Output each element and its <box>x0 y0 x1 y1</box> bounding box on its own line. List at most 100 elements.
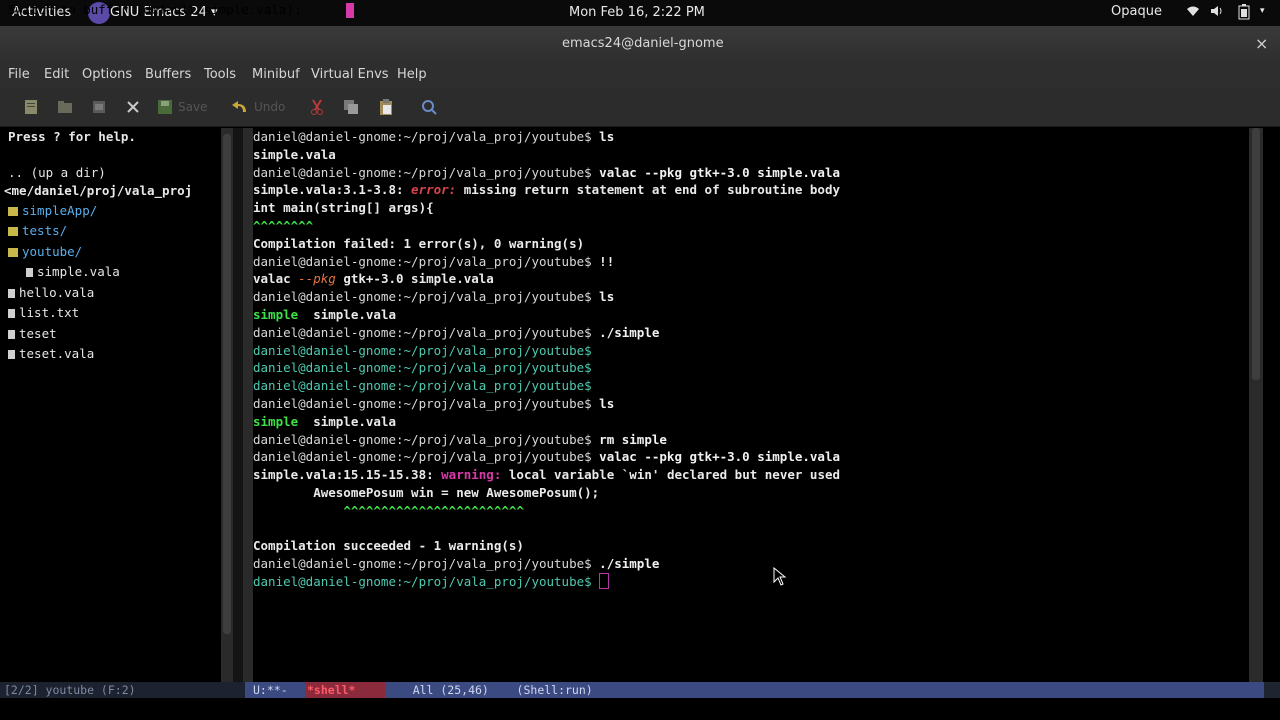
tree-item-dir[interactable]: simpleApp/ <box>8 202 97 220</box>
shell-prompt: daniel@daniel-gnome:~/proj/vala_proj/you… <box>253 378 592 394</box>
shell-text: valac <box>253 271 299 287</box>
system-menu-arrow-icon[interactable]: ▾ <box>1260 6 1265 16</box>
shell-line: daniel@daniel-gnome:~/proj/vala_proj/you… <box>253 128 614 146</box>
shell-flag: --pkg <box>298 271 336 287</box>
shell-prompt: daniel@daniel-gnome:~/proj/vala_proj/you… <box>253 164 592 180</box>
menu-tools[interactable]: Tools <box>204 67 236 82</box>
shell-prompt: daniel@daniel-gnome:~/proj/vala_proj/you… <box>253 253 592 269</box>
tree-current-path: <me/daniel/proj/vala_proj <box>4 183 193 198</box>
tree-scrollbar-thumb[interactable] <box>223 134 231 634</box>
menu-bar: File Edit Options Buffers Tools Minibuf … <box>0 62 1280 88</box>
shell-line: simple.vala:15.15-15.38: warning: local … <box>253 466 840 484</box>
tree-scrollbar[interactable] <box>221 128 233 682</box>
menu-file[interactable]: File <box>8 67 30 82</box>
shell-output: Compilation succeeded - 1 warning(s) <box>253 538 524 554</box>
shell-output: Compilation failed: 1 error(s), 0 warnin… <box>253 235 585 251</box>
new-file-icon[interactable] <box>20 96 42 118</box>
menu-virtual-envs[interactable]: Virtual Envs <box>311 67 389 82</box>
close-buffer-icon[interactable] <box>122 96 144 118</box>
error-label: error: <box>411 182 457 198</box>
tree-item-dir[interactable]: tests/ <box>8 222 67 240</box>
shell-line: int main(string[] args){ <box>253 199 434 217</box>
shell-line: AwesomePosum win = new AwesomePosum(); <box>253 484 599 502</box>
shell-command: ls <box>591 129 615 144</box>
copy-icon[interactable] <box>340 96 362 118</box>
shell-line: daniel@daniel-gnome:~/proj/vala_proj/you… <box>253 359 592 377</box>
shell-line: daniel@daniel-gnome:~/proj/vala_proj/you… <box>253 253 614 271</box>
shell-buffer[interactable]: daniel@daniel-gnome:~/proj/vala_proj/you… <box>253 128 1247 682</box>
cut-icon[interactable] <box>306 96 328 118</box>
tree-item-dir[interactable]: youtube/ <box>8 243 82 261</box>
undo-button[interactable]: Undo <box>230 96 290 118</box>
shell-text: simple.vala <box>298 413 396 429</box>
shell-indent <box>253 503 343 518</box>
shell-line: daniel@daniel-gnome:~/proj/vala_proj/you… <box>253 395 614 413</box>
volume-icon[interactable] <box>1210 4 1224 22</box>
shell-command: ls <box>591 396 615 411</box>
shell-cursor <box>599 573 610 589</box>
tree-item-file[interactable]: hello.vala <box>8 284 94 302</box>
shell-left-fringe <box>243 128 253 682</box>
shell-line: daniel@daniel-gnome:~/proj/vala_proj/you… <box>253 342 592 360</box>
shell-line: daniel@daniel-gnome:~/proj/vala_proj/you… <box>253 555 659 573</box>
paste-icon[interactable] <box>375 96 397 118</box>
undo-label: Undo <box>254 100 286 114</box>
shell-prompt: daniel@daniel-gnome:~/proj/vala_proj/you… <box>253 324 592 340</box>
menu-minibuf[interactable]: Minibuf <box>252 67 300 82</box>
tree-item-file[interactable]: simple.vala <box>26 263 120 281</box>
shell-line: simple simple.vala <box>253 413 396 431</box>
modeline-buffer-name[interactable]: *shell* <box>305 682 385 698</box>
open-folder-icon[interactable] <box>54 96 76 118</box>
save-button[interactable]: Save <box>156 96 216 118</box>
shell-output: int main(string[] args){ <box>253 200 434 216</box>
shell-text: gtk+-3.0 simple.vala <box>335 271 494 287</box>
file-tree-pane[interactable]: Press ? for help. .. (up a dir) <me/dani… <box>0 128 220 682</box>
file-icon <box>8 350 15 359</box>
shell-line: simple.vala <box>253 146 336 164</box>
warning-label: warning: <box>441 467 502 483</box>
shell-command: rm simple <box>591 431 667 447</box>
tree-up-dir[interactable]: .. (up a dir) <box>8 164 106 182</box>
shell-line: simple.vala:3.1-3.8: error: missing retu… <box>253 181 840 199</box>
menu-options[interactable]: Options <box>82 67 132 82</box>
shell-scrollbar-thumb[interactable] <box>1252 128 1260 380</box>
search-icon[interactable] <box>418 96 440 118</box>
shell-prompt: daniel@daniel-gnome:~/proj/vala_proj/you… <box>253 289 592 305</box>
folder-icon <box>8 227 18 236</box>
file-icon <box>8 289 15 298</box>
shell-prompt: daniel@daniel-gnome:~/proj/vala_proj/you… <box>253 431 592 447</box>
highlight-text: simple <box>253 307 299 322</box>
window-close-button[interactable]: × <box>1255 34 1268 53</box>
opaque-label[interactable]: Opaque <box>1111 4 1162 19</box>
shell-prompt: daniel@daniel-gnome:~/proj/vala_proj/you… <box>253 129 592 144</box>
mouse-pointer-icon <box>773 567 787 586</box>
shell-line: Compilation succeeded - 1 warning(s) <box>253 537 524 555</box>
window-divider[interactable] <box>233 128 243 682</box>
tree-item-file[interactable]: teset.vala <box>8 345 94 363</box>
wifi-icon[interactable] <box>1186 4 1200 22</box>
shell-line: valac --pkg gtk+-3.0 simple.vala <box>253 270 494 288</box>
shell-prompt: daniel@daniel-gnome:~/proj/vala_proj/you… <box>253 556 592 572</box>
shell-command: valac --pkg gtk+-3.0 simple.vala <box>591 164 841 180</box>
save-label: Save <box>178 100 208 114</box>
window-title: emacs24@daniel-gnome <box>562 36 724 51</box>
menu-buffers[interactable]: Buffers <box>145 67 191 82</box>
mode-line: [2/2] youtube (F:2) U:**- *shell* All (2… <box>0 682 1280 698</box>
folder-icon <box>8 248 18 257</box>
file-icon <box>8 330 15 339</box>
menu-help[interactable]: Help <box>397 67 427 82</box>
compiler-message: missing return statement at end of subro… <box>456 182 841 198</box>
menu-edit[interactable]: Edit <box>44 67 69 82</box>
tree-item-file[interactable]: teset <box>8 325 57 343</box>
battery-icon[interactable] <box>1238 4 1250 24</box>
highlight-text: simple <box>253 413 299 429</box>
file-icon <box>8 309 15 318</box>
clock[interactable]: Mon Feb 16, 2:22 PM <box>569 5 705 20</box>
window-titlebar[interactable]: emacs24@daniel-gnome × <box>0 26 1280 62</box>
shell-prompt: daniel@daniel-gnome:~/proj/vala_proj/you… <box>253 396 592 411</box>
modeline-position: All (25,46) (Shell:run) <box>385 683 593 697</box>
tree-item-file[interactable]: list.txt <box>8 304 79 322</box>
shell-scrollbar[interactable] <box>1249 128 1263 682</box>
shell-output: AwesomePosum win = new AwesomePosum(); <box>253 485 600 500</box>
dired-icon[interactable] <box>88 96 110 118</box>
